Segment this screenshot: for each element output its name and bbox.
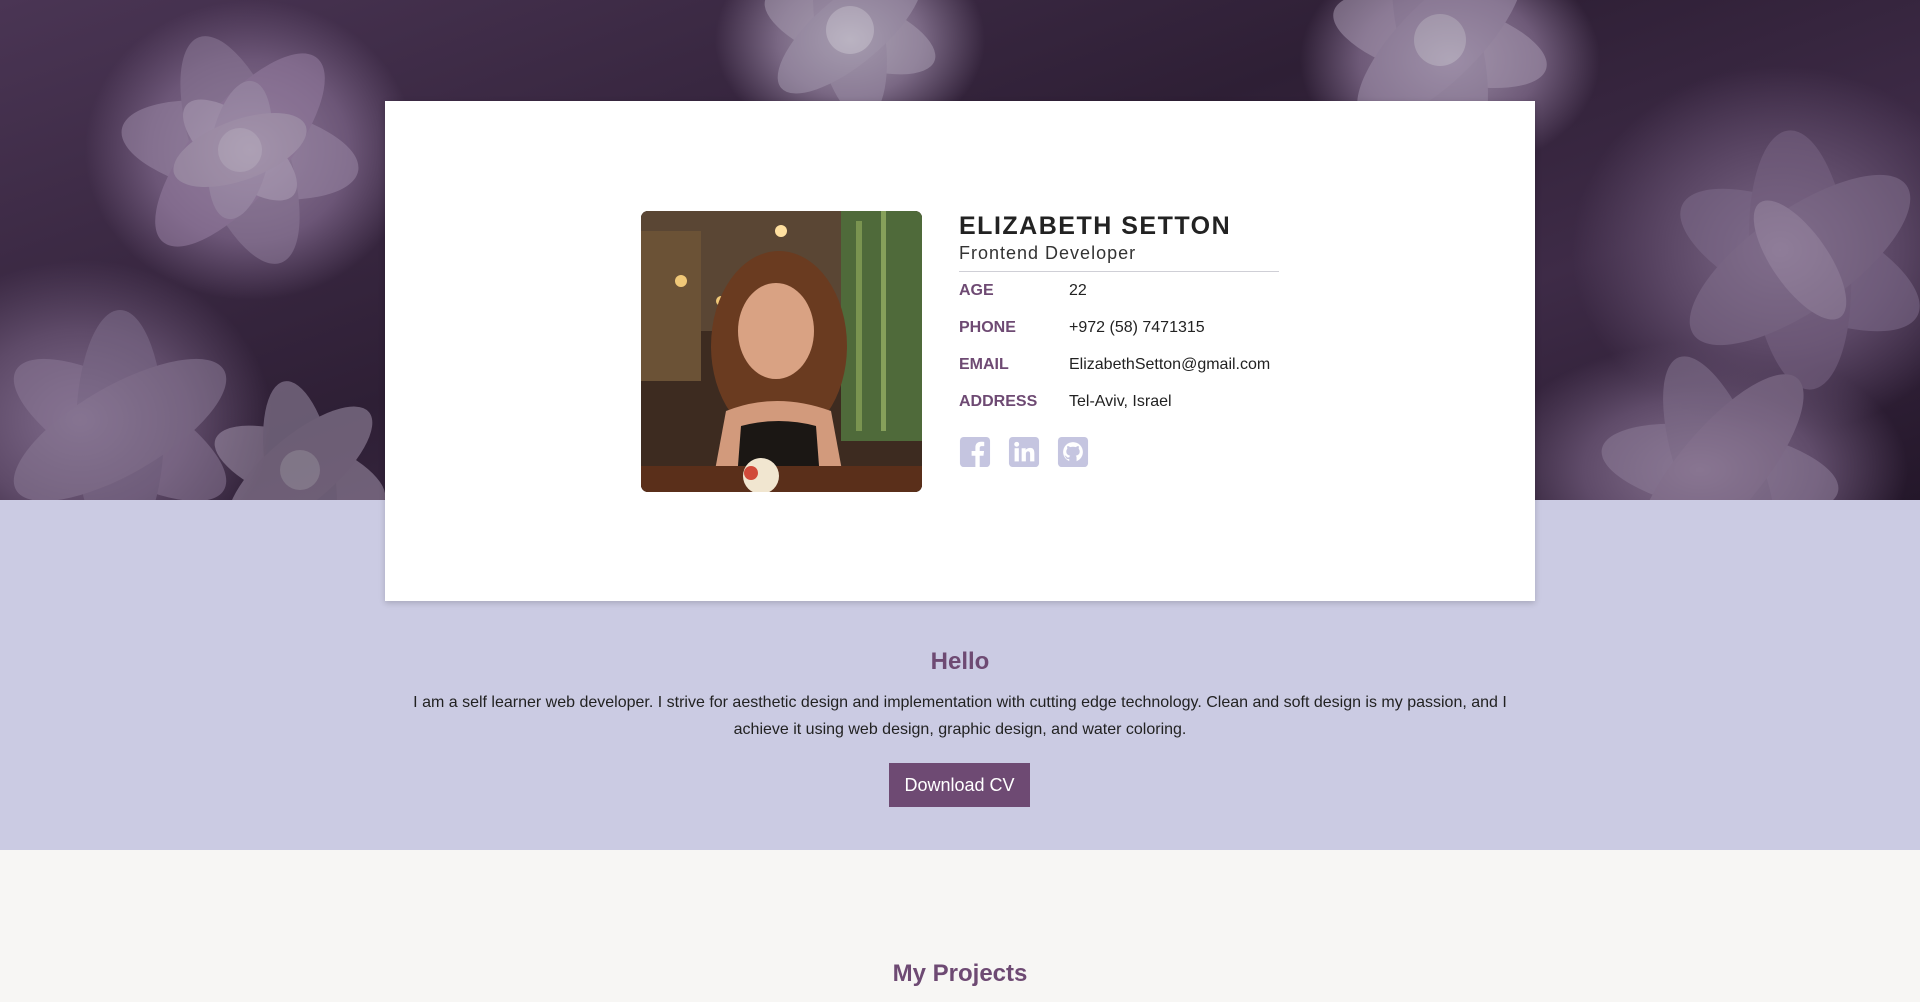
detail-label: ADDRESS bbox=[959, 392, 1038, 410]
detail-row-address: ADDRESS Tel-Aviv, Israel bbox=[959, 383, 1289, 420]
profile-photo bbox=[641, 211, 922, 492]
detail-row-phone: PHONE +972 (58) 7471315 bbox=[959, 309, 1289, 346]
profile-card: ELIZABETH SETTON Frontend Developer AGE … bbox=[385, 101, 1535, 601]
linkedin-icon[interactable] bbox=[1008, 436, 1040, 468]
github-icon[interactable] bbox=[1057, 436, 1089, 468]
detail-value: ElizabethSetton@gmail.com bbox=[1069, 355, 1271, 373]
detail-row-email: EMAIL ElizabethSetton@gmail.com bbox=[959, 346, 1289, 383]
projects-title: My Projects bbox=[892, 960, 1028, 987]
detail-value: +972 (58) 7471315 bbox=[1069, 318, 1205, 336]
profile-role: Frontend Developer bbox=[959, 243, 1137, 263]
facebook-icon[interactable] bbox=[959, 436, 991, 468]
about-text: I am a self learner web developer. I str… bbox=[413, 694, 1507, 738]
detail-label: AGE bbox=[959, 281, 994, 299]
download-cv-button[interactable]: Download CV bbox=[889, 763, 1030, 807]
detail-label: EMAIL bbox=[959, 355, 1009, 373]
detail-value: 22 bbox=[1069, 281, 1087, 299]
profile-info: ELIZABETH SETTON Frontend Developer AGE … bbox=[959, 209, 1289, 468]
profile-name: ELIZABETH SETTON bbox=[959, 212, 1232, 240]
detail-value: Tel-Aviv, Israel bbox=[1069, 392, 1172, 410]
profile-photo-illustration bbox=[641, 211, 922, 492]
about-title: Hello bbox=[930, 648, 990, 675]
detail-label: PHONE bbox=[959, 318, 1016, 336]
social-links bbox=[959, 436, 1289, 468]
detail-row-age: AGE 22 bbox=[959, 272, 1289, 309]
